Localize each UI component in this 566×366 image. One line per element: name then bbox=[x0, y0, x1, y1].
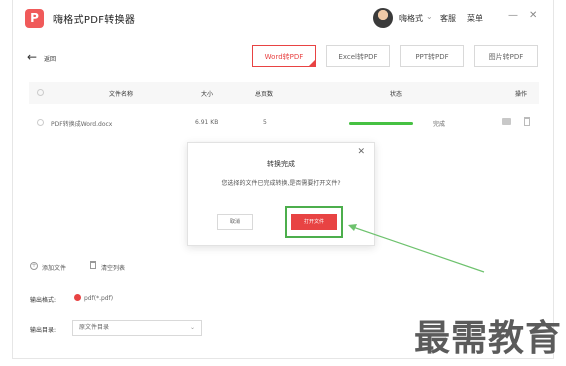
dialog-title: 转换完成 bbox=[267, 160, 295, 168]
user-name[interactable]: 嗨格式 bbox=[399, 13, 423, 24]
table-row[interactable]: PDF转换成Word.docx 6.91 KB 5 完成 bbox=[29, 112, 539, 134]
output-format-value[interactable]: pdf(*.pdf) bbox=[84, 295, 113, 302]
conversion-complete-dialog: 转换完成 ✕ 您选择的文件已完成转换,是否需要打开文件? 取消 打开文件 bbox=[187, 142, 375, 246]
clear-list-button[interactable]: 清空列表 bbox=[101, 263, 125, 272]
close-icon[interactable]: ✕ bbox=[529, 10, 537, 21]
file-size: 6.91 KB bbox=[195, 119, 219, 126]
tab-excel-to-pdf[interactable]: Excel转PDF bbox=[326, 45, 390, 67]
watermark: 最需教育 bbox=[414, 318, 563, 359]
output-format-radio[interactable] bbox=[74, 294, 81, 301]
output-format-label: 输出格式: bbox=[30, 297, 57, 304]
chevron-down-icon: ⌄ bbox=[189, 324, 195, 331]
add-icon[interactable]: + bbox=[30, 262, 38, 270]
cancel-button[interactable]: 取消 bbox=[217, 214, 253, 230]
back-button[interactable]: 返回 bbox=[44, 54, 56, 63]
menu-button[interactable]: 菜单 bbox=[467, 13, 483, 24]
app-window: P 嗨格式PDF转换器 嗨格式 ⌄ 客服 菜单 — ✕ ← 返回 Word转PD… bbox=[12, 0, 554, 359]
minimize-icon[interactable]: — bbox=[508, 10, 518, 21]
progress-bar bbox=[349, 122, 413, 125]
column-header-actions: 操作 bbox=[515, 91, 528, 98]
file-pages: 5 bbox=[263, 119, 267, 126]
table-header: 文件名称 大小 总页数 状态 操作 bbox=[29, 82, 539, 104]
app-title: 嗨格式PDF转换器 bbox=[53, 15, 136, 26]
column-header-status: 状态 bbox=[390, 91, 403, 98]
trash-icon[interactable] bbox=[90, 261, 96, 269]
tab-word-to-pdf[interactable]: Word转PDF bbox=[252, 45, 316, 67]
dialog-message: 您选择的文件已完成转换,是否需要打开文件? bbox=[221, 180, 341, 187]
add-file-button[interactable]: 添加文件 bbox=[42, 263, 66, 272]
customer-service-button[interactable]: 客服 bbox=[440, 13, 456, 24]
app-logo-icon: P bbox=[25, 9, 44, 28]
avatar[interactable] bbox=[373, 8, 393, 28]
title-bar: P 嗨格式PDF转换器 嗨格式 ⌄ 客服 菜单 — ✕ bbox=[13, 0, 553, 36]
select-all-checkbox[interactable] bbox=[37, 89, 44, 96]
output-dir-value: 原文件目录 bbox=[79, 324, 110, 331]
progress-fill bbox=[349, 122, 413, 125]
back-arrow-icon[interactable]: ← bbox=[27, 50, 37, 64]
file-name: PDF转换成Word.docx bbox=[51, 121, 113, 128]
column-header-size: 大小 bbox=[201, 91, 214, 98]
column-header-pages: 总页数 bbox=[255, 91, 274, 98]
trash-icon[interactable] bbox=[524, 117, 530, 126]
status-text: 完成 bbox=[433, 121, 446, 128]
open-file-button[interactable]: 打开文件 bbox=[291, 214, 337, 230]
close-icon[interactable]: ✕ bbox=[357, 147, 365, 157]
chevron-down-icon[interactable]: ⌄ bbox=[426, 12, 433, 21]
folder-icon[interactable] bbox=[502, 118, 511, 125]
tab-ppt-to-pdf[interactable]: PPT转PDF bbox=[400, 45, 464, 67]
tab-image-to-pdf[interactable]: 图片转PDF bbox=[474, 45, 538, 67]
column-header-name: 文件名称 bbox=[109, 91, 134, 98]
output-dir-select[interactable]: 原文件目录 ⌄ bbox=[72, 320, 202, 336]
output-dir-label: 输出目录: bbox=[30, 327, 57, 334]
row-checkbox[interactable] bbox=[37, 119, 44, 126]
